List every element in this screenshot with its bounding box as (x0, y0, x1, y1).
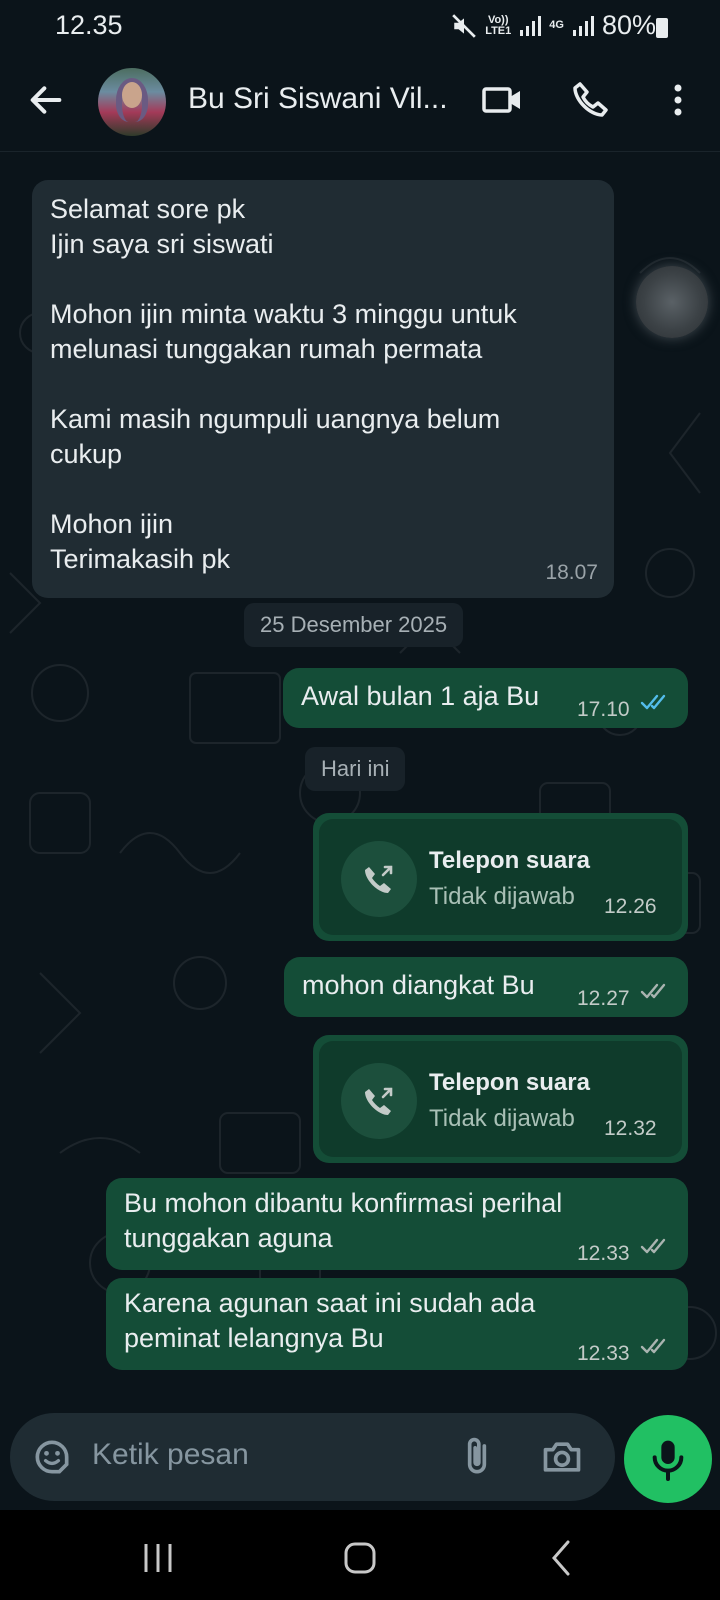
recents-icon[interactable] (138, 1538, 178, 1578)
call-status: Tidak dijawab (429, 1105, 575, 1132)
missed-call-icon (341, 841, 417, 917)
call-card[interactable]: Telepon suara Tidak dijawab 12.32 (319, 1041, 682, 1157)
missed-call-icon (341, 1063, 417, 1139)
contact-name[interactable]: Bu Sri Siswani Vil... (188, 82, 458, 116)
outgoing-message[interactable]: Bu mohon dibantu konfirmasi perihal tung… (106, 1178, 688, 1270)
signal-icon-2 (572, 15, 594, 36)
message-line: Kami masih ngumpuli uangnya belum (50, 404, 501, 434)
message-line: tunggakan aguna (124, 1223, 333, 1253)
delivered-ticks-icon (640, 1338, 666, 1354)
back-arrow-icon[interactable] (26, 80, 66, 120)
emoji-icon[interactable] (30, 1435, 74, 1479)
message-line: Karena agunan saat ini sudah ada (124, 1288, 536, 1318)
message-line (50, 472, 596, 507)
outgoing-call-message[interactable]: Telepon suara Tidak dijawab 12.32 (313, 1035, 688, 1163)
read-ticks-icon (640, 694, 666, 710)
call-title: Telepon suara (429, 847, 590, 874)
mic-icon (652, 1440, 684, 1481)
call-status: Tidak dijawab (429, 883, 575, 910)
message-input-placeholder[interactable]: Ketik pesan (92, 1438, 249, 1472)
mic-button[interactable] (624, 1415, 712, 1503)
volte-indicator: Vo)) LTE1 (485, 13, 512, 37)
message-line (50, 367, 596, 402)
message-time: 12.32 (604, 1117, 657, 1140)
message-line: peminat lelangnya Bu (124, 1323, 384, 1353)
camera-icon[interactable] (540, 1435, 584, 1479)
home-icon[interactable] (340, 1538, 380, 1578)
floating-chat-head[interactable] (636, 266, 708, 338)
message-line: Terimakasih pk (50, 544, 231, 574)
call-title: Telepon suara (429, 1069, 590, 1096)
date-separator: 25 Desember 2025 (244, 603, 464, 647)
battery-percent: 80% (601, 10, 656, 40)
system-nav-bar (0, 1510, 720, 1600)
message-line: Mohon ijin (50, 509, 174, 539)
outgoing-message[interactable]: Awal bulan 1 aja Bu 17.10 (283, 668, 688, 728)
mute-icon (452, 13, 476, 38)
message-time: 12.27 (577, 987, 630, 1010)
avatar[interactable] (98, 68, 166, 136)
message-time: 12.33 (577, 1242, 630, 1265)
battery-icon (656, 18, 668, 38)
message-line (50, 262, 596, 297)
video-call-icon[interactable] (478, 76, 526, 124)
message-text: Awal bulan 1 aja Bu (301, 681, 540, 711)
message-line: Ijin saya sri siswati (50, 229, 274, 259)
outgoing-call-message[interactable]: Telepon suara Tidak dijawab 12.26 (313, 813, 688, 941)
input-bar: Ketik pesan (0, 1413, 720, 1510)
signal-icon-1 (520, 15, 542, 36)
message-line: cukup (50, 439, 123, 469)
message-time: 18.07 (545, 561, 598, 584)
call-card[interactable]: Telepon suara Tidak dijawab 12.26 (319, 819, 682, 935)
status-bar: 12.35 Vo)) LTE1 4G 80% (0, 0, 720, 52)
message-line: Bu mohon dibantu konfirmasi perihal (124, 1188, 563, 1218)
phone-icon[interactable] (566, 76, 614, 124)
more-vert-icon[interactable] (654, 76, 702, 124)
chat-area[interactable]: Selamat sore pk Ijin saya sri siswati Mo… (0, 153, 720, 1413)
outgoing-message[interactable]: mohon diangkat Bu 12.27 (284, 957, 688, 1017)
chat-header: Bu Sri Siswani Vil... (0, 52, 720, 152)
date-separator: Hari ini (305, 747, 406, 791)
nav-back-icon[interactable] (542, 1538, 582, 1578)
delivered-ticks-icon (640, 1238, 666, 1254)
message-time: 12.33 (577, 1342, 630, 1365)
incoming-message[interactable]: Selamat sore pk Ijin saya sri siswati Mo… (32, 180, 614, 598)
delivered-ticks-icon (640, 983, 666, 999)
status-indicators: Vo)) LTE1 4G 80% (451, 10, 656, 41)
message-input[interactable]: Ketik pesan (10, 1413, 615, 1501)
message-line: Selamat sore pk (50, 194, 246, 224)
message-time: 17.10 (577, 698, 630, 721)
message-line: melunasi tunggakan rumah permata (50, 334, 483, 364)
network-type: 4G (549, 19, 564, 31)
message-time: 12.26 (604, 895, 657, 918)
outgoing-message[interactable]: Karena agunan saat ini sudah ada peminat… (106, 1278, 688, 1370)
attach-icon[interactable] (455, 1435, 499, 1479)
status-time: 12.35 (55, 10, 123, 40)
message-text: mohon diangkat Bu (302, 970, 535, 1000)
message-line: Mohon ijin minta waktu 3 minggu untuk (50, 299, 517, 329)
